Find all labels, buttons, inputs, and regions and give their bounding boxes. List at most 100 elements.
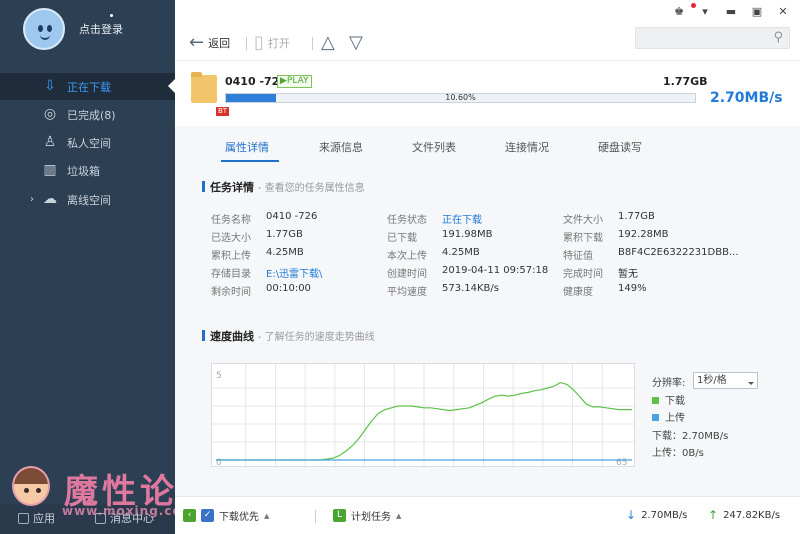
speed-chart: 5 0 65 bbox=[211, 363, 636, 468]
search-input[interactable]: ⚲ bbox=[635, 27, 790, 49]
sidebar-item-offline[interactable]: › ☁ 离线空间 bbox=[0, 186, 175, 213]
speed-title: 速度曲线 bbox=[210, 330, 254, 343]
chevron-right-icon[interactable]: › bbox=[30, 194, 34, 205]
detail-key: 累积上传 bbox=[211, 251, 251, 262]
document-icon: ▯ bbox=[254, 32, 264, 53]
detail-value: 191.98MB bbox=[442, 229, 493, 240]
play-icon: ▶ bbox=[280, 76, 287, 86]
sidebar: 点击登录 ⇩ 正在下载 ◎ 已完成(8) ♙ 私人空间 ▥ 垃圾箱 › ☁ 离线… bbox=[0, 0, 175, 534]
tab-connections[interactable]: 连接情况 bbox=[505, 139, 549, 155]
avatar[interactable] bbox=[23, 8, 65, 50]
detail-value: 暂无 bbox=[618, 269, 638, 280]
tab-files[interactable]: 文件列表 bbox=[412, 139, 456, 155]
detail-value: 1.77GB bbox=[266, 229, 303, 240]
detail-key: 已下载 bbox=[387, 233, 417, 244]
detail-key: 存储目录 bbox=[211, 269, 251, 280]
apps-button[interactable]: 应用 bbox=[18, 510, 55, 526]
detail-field: 健康度 149% bbox=[563, 283, 647, 298]
rate-label: 分辨率: bbox=[652, 378, 686, 389]
main-panel: ♚ ▾ ▬ ▣ ✕ ← 返回 ▯ 打开 △ ▽ ⚲ BT 0410 -726 ▶… bbox=[175, 0, 800, 534]
details-header: 任务详情 - 查看您的任务属性信息 bbox=[202, 179, 365, 195]
download-speed-value: 2.70MB/s bbox=[641, 509, 688, 521]
skin-icon[interactable]: ♚ bbox=[672, 5, 686, 18]
shield-check-icon: ✓ bbox=[201, 509, 214, 522]
maximize-icon[interactable]: ▣ bbox=[750, 5, 764, 18]
speed-subtitle: - 了解任务的速度走势曲线 bbox=[257, 332, 375, 343]
priority-label: 下载优先 bbox=[219, 512, 259, 523]
sidebar-item-label: 离线空间 bbox=[67, 193, 111, 207]
detail-field: 本次上传 4.25MB bbox=[387, 247, 480, 262]
download-icon: ⇩ bbox=[44, 78, 56, 94]
schedule-button[interactable]: L 计划任务 ▲ bbox=[333, 508, 401, 523]
back-button[interactable]: ← 返回 bbox=[189, 34, 230, 52]
priority-button[interactable]: ‹ ✓ 下载优先 ▲ bbox=[183, 508, 269, 523]
open-button[interactable]: ▯ 打开 bbox=[254, 34, 290, 52]
speed-header: 速度曲线 - 了解任务的速度走势曲线 bbox=[202, 328, 375, 344]
legend-upload-label: 上传 bbox=[665, 413, 685, 424]
sidebar-item-completed[interactable]: ◎ 已完成(8) bbox=[0, 101, 175, 128]
legend-download-label: 下载 bbox=[665, 396, 685, 407]
user-header: 点击登录 bbox=[0, 0, 175, 60]
rate-select[interactable]: 1秒/格 bbox=[693, 372, 758, 389]
task-speed: 2.70MB/s bbox=[710, 90, 783, 106]
avatar-eye-right bbox=[47, 25, 52, 32]
message-center-button[interactable]: 消息中心 bbox=[95, 510, 154, 526]
detail-value: 192.28MB bbox=[618, 229, 669, 240]
detail-value: B8F4C2E6322231DBB... bbox=[618, 247, 739, 258]
sidebar-item-downloading[interactable]: ⇩ 正在下载 bbox=[0, 73, 175, 100]
play-button[interactable]: ▶PLAY bbox=[277, 75, 312, 88]
chevron-left-icon: ‹ bbox=[183, 509, 196, 522]
divider bbox=[246, 37, 247, 50]
back-label: 返回 bbox=[208, 37, 231, 50]
detail-field: 平均速度 573.14KB/s bbox=[387, 283, 499, 298]
triangle-up-icon: △ bbox=[321, 32, 335, 53]
detail-value: 4.25MB bbox=[266, 247, 304, 258]
details-title-wrap: 任务详情 - 查看您的任务属性信息 bbox=[202, 181, 365, 194]
avatar-eye-left bbox=[38, 25, 43, 32]
tab-properties[interactable]: 属性详情 bbox=[225, 139, 269, 155]
detail-value: 573.14KB/s bbox=[442, 283, 499, 294]
detail-key: 任务状态 bbox=[387, 215, 427, 226]
upload-speed-value: 247.82KB/s bbox=[723, 509, 781, 521]
task-row[interactable]: BT 0410 -726 ▶PLAY 1.77GB 10.60% 2.70MB/… bbox=[175, 60, 800, 126]
login-link[interactable]: 点击登录 bbox=[79, 21, 123, 37]
sidebar-item-label: 私人空间 bbox=[67, 136, 111, 150]
detail-field: 存储目录 E:\迅雷下载\ bbox=[211, 265, 322, 280]
arrow-down-icon: ↓ bbox=[626, 508, 637, 522]
search-icon[interactable]: ⚲ bbox=[773, 30, 783, 45]
detail-value[interactable]: E:\迅雷下载\ bbox=[266, 265, 322, 280]
minimize-icon[interactable]: ▬ bbox=[724, 5, 738, 18]
schedule-label: 计划任务 bbox=[351, 512, 391, 523]
detail-value: 4.25MB bbox=[442, 247, 480, 258]
move-up-button[interactable]: △ bbox=[321, 34, 335, 52]
detail-value: 0410 -726 bbox=[266, 211, 318, 222]
check-circle-icon: ◎ bbox=[43, 106, 57, 122]
detail-key: 任务名称 bbox=[211, 215, 251, 226]
speed-title-wrap: 速度曲线 - 了解任务的速度走势曲线 bbox=[202, 330, 375, 343]
upload-speed-text: 上传：0B/s bbox=[652, 448, 704, 459]
divider bbox=[312, 37, 313, 50]
detail-key: 健康度 bbox=[563, 287, 593, 298]
tab-source[interactable]: 来源信息 bbox=[319, 139, 363, 155]
message-center-label: 消息中心 bbox=[110, 512, 154, 525]
detail-field: 累积下载 192.28MB bbox=[563, 229, 668, 244]
sidebar-item-private[interactable]: ♙ 私人空间 bbox=[0, 129, 175, 156]
legend-upload: 上传 bbox=[652, 409, 685, 424]
apps-icon bbox=[18, 512, 29, 524]
message-icon bbox=[95, 512, 106, 524]
tab-disk[interactable]: 硬盘读写 bbox=[598, 139, 642, 155]
task-size: 1.77GB bbox=[663, 75, 708, 88]
calendar-icon: L bbox=[333, 509, 346, 522]
detail-value: 1.77GB bbox=[618, 211, 655, 222]
close-icon[interactable]: ✕ bbox=[776, 5, 790, 18]
detail-key: 累积下载 bbox=[563, 233, 603, 244]
progress-text: 10.60% bbox=[445, 93, 476, 102]
sidebar-item-trash[interactable]: ▥ 垃圾箱 bbox=[0, 157, 175, 184]
detail-field: 任务名称 0410 -726 bbox=[211, 211, 317, 226]
detail-key: 完成时间 bbox=[563, 269, 603, 280]
progress-bar: 10.60% bbox=[225, 93, 696, 103]
menu-icon[interactable]: ▾ bbox=[698, 5, 712, 18]
details-title: 任务详情 bbox=[210, 181, 254, 194]
move-down-button[interactable]: ▽ bbox=[349, 34, 363, 52]
y-tick-label: 5 bbox=[216, 371, 222, 381]
